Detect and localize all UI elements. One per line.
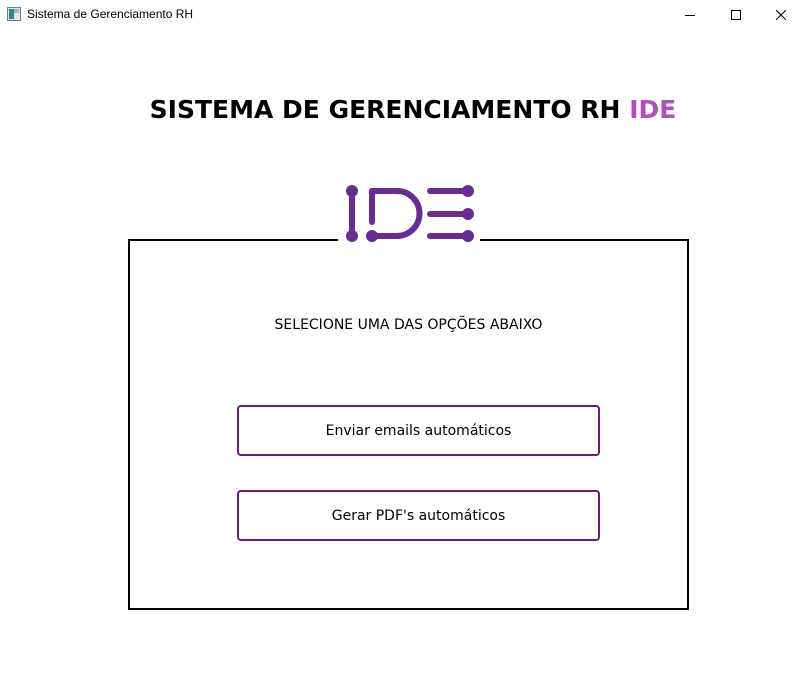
ide-logo-icon [346,185,474,242]
page-title-main: SISTEMA DE GERENCIAMENTO RH [149,95,621,124]
generate-pdfs-button[interactable]: Gerar PDF's automáticos [237,490,600,541]
app-icon [7,7,21,21]
maximize-icon [731,10,741,20]
minimize-icon [685,15,695,16]
maximize-button[interactable] [713,0,759,30]
logo-container [338,182,480,248]
instruction-text: SELECIONE UMA DAS OPÇÕES ABAIXO [274,317,543,333]
title-bar[interactable]: Sistema de Gerenciamento RH [0,0,804,30]
page-title-accent: IDE [629,95,677,124]
minimize-button[interactable] [667,0,713,30]
close-icon [776,10,786,20]
window-title: Sistema de Gerenciamento RH [27,7,194,21]
close-button[interactable] [758,0,804,30]
page-title: SISTEMA DE GERENCIAMENTO RH IDE [0,95,804,124]
send-emails-button[interactable]: Enviar emails automáticos [237,405,600,456]
app-window: Sistema de Gerenciamento RH SISTEMA DE G… [0,0,804,681]
